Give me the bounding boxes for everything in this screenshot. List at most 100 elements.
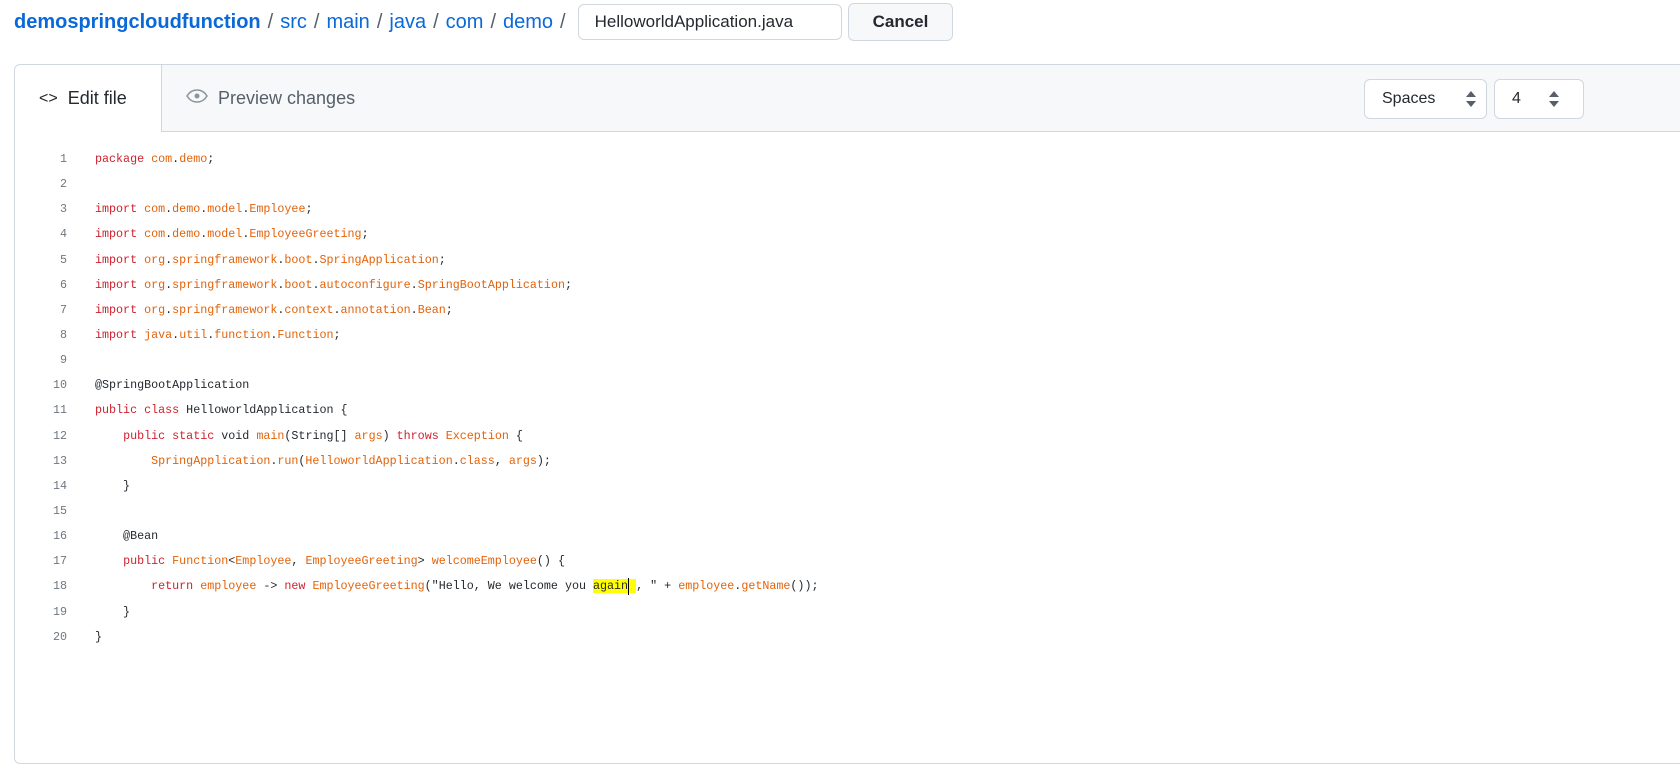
breadcrumb-repo-link[interactable]: demospringcloudfunction — [14, 11, 261, 34]
code-line: 7 import org.springframework.context.anno… — [15, 298, 818, 323]
code-identifier: Exception — [445, 428, 509, 443]
line-number: 19 — [52, 604, 67, 619]
code-line: 17 public Function<Employee, EmployeeGre… — [15, 549, 818, 574]
line-number: 14 — [52, 478, 67, 493]
line-number: 1 — [59, 152, 67, 166]
code-identifier: demo — [179, 152, 208, 166]
code-identifier: EmployeeGreeting — [249, 227, 362, 242]
breadcrumb-separator: / — [433, 10, 439, 33]
line-number: 17 — [52, 554, 67, 569]
breadcrumb-java-link[interactable]: java — [389, 11, 426, 34]
line-number: 16 — [52, 529, 67, 544]
code-text: return employee -> new EmployeeGreeting(… — [95, 574, 818, 599]
line-number: 9 — [59, 353, 67, 368]
code-line: 12 public static void main(String[] args… — [15, 424, 818, 449]
line-number: 10 — [52, 378, 67, 393]
code-keyword: import — [95, 252, 138, 267]
indent-size-select[interactable]: 4 — [1494, 79, 1584, 119]
breadcrumb-separator: / — [490, 10, 496, 33]
code-identifier: demo — [172, 202, 201, 217]
line-number: 4 — [59, 227, 67, 242]
code-identifier: context — [284, 302, 334, 317]
tab-edit-file[interactable]: <> Edit file — [15, 65, 162, 132]
code-identifier: SpringApplication — [151, 453, 271, 468]
code-token: ) — [382, 428, 397, 443]
code-token: -> — [256, 579, 285, 594]
code-line: 14 } — [15, 474, 818, 499]
code-identifier: org — [144, 302, 166, 317]
select-arrows-icon — [1549, 91, 1559, 107]
tab-preview-changes-label: Preview changes — [218, 87, 356, 108]
code-token: . — [410, 277, 418, 292]
code-identifier: model — [207, 202, 243, 217]
tab-preview-changes[interactable]: Preview changes — [162, 65, 379, 131]
code-token: ()); — [790, 579, 819, 594]
code-text: package com.demo; — [95, 147, 214, 172]
code-identifier: class — [459, 453, 495, 468]
code-keyword: public — [123, 554, 166, 569]
code-line: 18 return employee -> new EmployeeGreeti… — [15, 574, 818, 599]
code-identifier: args — [354, 428, 383, 443]
filename-input[interactable]: HelloworldApplication.java — [577, 4, 842, 40]
code-identifier: main — [256, 428, 285, 443]
code-token: (String[] — [284, 428, 355, 443]
code-token: ; — [564, 277, 572, 292]
code-keyword: import — [95, 277, 138, 292]
code-identifier: model — [207, 227, 243, 242]
code-identifier: org — [144, 252, 166, 267]
line-number: 3 — [59, 202, 67, 217]
code-text: import com.demo.model.EmployeeGreeting; — [95, 222, 369, 247]
code-identifier: com — [151, 152, 173, 166]
code-text: public class HelloworldApplication { — [95, 398, 348, 423]
code-token: ("Hello, We welcome you — [424, 579, 593, 594]
line-number: 13 — [52, 453, 67, 468]
code-text: public static void main(String[] args) t… — [95, 424, 523, 449]
code-identifier: HelloworldApplication — [305, 453, 453, 468]
code-token: > — [417, 554, 432, 569]
code-token: ; — [438, 252, 446, 267]
code-token: ; — [361, 227, 369, 242]
code-identifier: java — [144, 327, 173, 342]
code-line: 20} — [15, 625, 818, 650]
code-identifier: util — [179, 327, 208, 342]
code-text: import com.demo.model.Employee; — [95, 197, 312, 222]
breadcrumb-main-link[interactable]: main — [326, 11, 369, 34]
code-text: } — [95, 474, 130, 499]
breadcrumb: demospringcloudfunction / src / main / j… — [14, 3, 954, 41]
code-token: HelloworldApplication { — [179, 403, 348, 418]
code-text: } — [95, 600, 130, 625]
code-text: import org.springframework.boot.SpringAp… — [95, 248, 446, 273]
code-token: . — [333, 302, 341, 317]
breadcrumb-com-link[interactable]: com — [446, 11, 484, 34]
code-keyword: import — [95, 202, 138, 217]
tab-edit-file-label: Edit file — [67, 88, 127, 108]
code-editor[interactable]: 1 package com.demo; 2 3 import com.demo.mode… — [15, 147, 819, 650]
code-token: void — [214, 428, 257, 443]
indent-mode-select[interactable]: Spaces — [1364, 79, 1487, 119]
code-identifier: springframework — [172, 302, 278, 317]
code-identifier: function — [214, 327, 271, 342]
code-identifier: Employee — [249, 202, 306, 217]
breadcrumb-demo-link[interactable]: demo — [503, 11, 553, 34]
code-identifier: Function — [277, 327, 334, 342]
code-identifier: employee — [678, 579, 735, 594]
indent-size-value: 4 — [1512, 90, 1521, 107]
code-keyword: throws — [396, 428, 439, 443]
code-keyword: import — [95, 227, 138, 242]
line-number: 5 — [59, 252, 67, 267]
code-identifier: EmployeeGreeting — [312, 579, 425, 594]
code-line: 11 public class HelloworldApplication { — [15, 398, 818, 423]
cancel-button[interactable]: Cancel — [847, 3, 954, 41]
code-identifier: com — [144, 202, 166, 217]
code-text: import java.util.function.Function; — [95, 323, 341, 348]
code-icon: <> — [39, 89, 58, 107]
line-number: 8 — [59, 327, 67, 342]
code-line: 15 — [15, 499, 818, 524]
select-arrows-icon — [1466, 91, 1476, 107]
breadcrumb-separator: / — [560, 10, 566, 33]
code-text: } — [95, 625, 102, 650]
breadcrumb-src-link[interactable]: src — [280, 11, 307, 34]
code-line: 10 @SpringBootApplication — [15, 373, 818, 398]
